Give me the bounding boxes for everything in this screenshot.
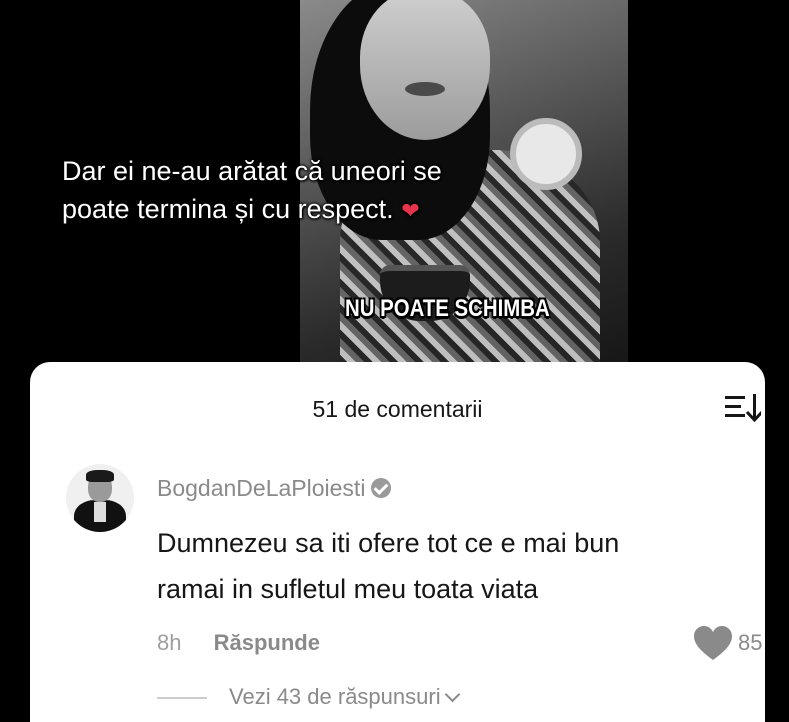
avatar-shirt [94,502,106,522]
like-count: 85 [738,630,763,655]
comment-line-1: Dumnezeu sa iti ofere tot ce e mai bun [157,528,620,558]
caption-line-2: poate termina și cu respect. [62,194,394,224]
video-person-lips [405,82,445,96]
view-replies-label: Vezi 43 de răspunsuri [229,684,441,709]
comment-username[interactable]: BogdanDeLaPloiesti [157,475,392,502]
comment-timestamp: 8h [157,630,182,655]
replies-divider [157,697,207,700]
username-text: BogdanDeLaPloiesti [157,475,366,501]
heart-icon-svg [694,626,732,660]
video-caption: Dar ei ne-au arătat că uneori se poate t… [62,152,582,230]
video-overlay-text: NU POATE SCHIMBA [345,295,550,322]
caption-line-1: Dar ei ne-au arătat că uneori se [62,156,442,186]
heart-emoji-icon: ❤ [401,198,420,223]
avatar-hair [86,470,114,482]
reply-button[interactable]: Răspunde [214,630,320,655]
sort-icon-svg [725,394,764,423]
comment-meta: 8h Răspunde [157,630,320,656]
verified-icon [371,478,392,498]
comment-line-2: ramai in sufletul meu toata viata [157,574,539,604]
avatar[interactable] [66,464,134,532]
video-player[interactable]: Dar ei ne-au arătat că uneori se poate t… [0,0,789,380]
chevron-down-icon [444,686,460,703]
heart-icon[interactable] [693,626,733,662]
sort-icon[interactable] [725,392,764,423]
comments-sheet: 51 de comentarii BogdanDeLaPloiesti Dumn… [30,362,765,722]
view-replies-button[interactable]: Vezi 43 de răspunsuri [157,684,460,710]
comments-count-title: 51 de comentarii [312,396,483,422]
comment-text: Dumnezeu sa iti ofere tot ce e mai bun r… [157,520,757,612]
